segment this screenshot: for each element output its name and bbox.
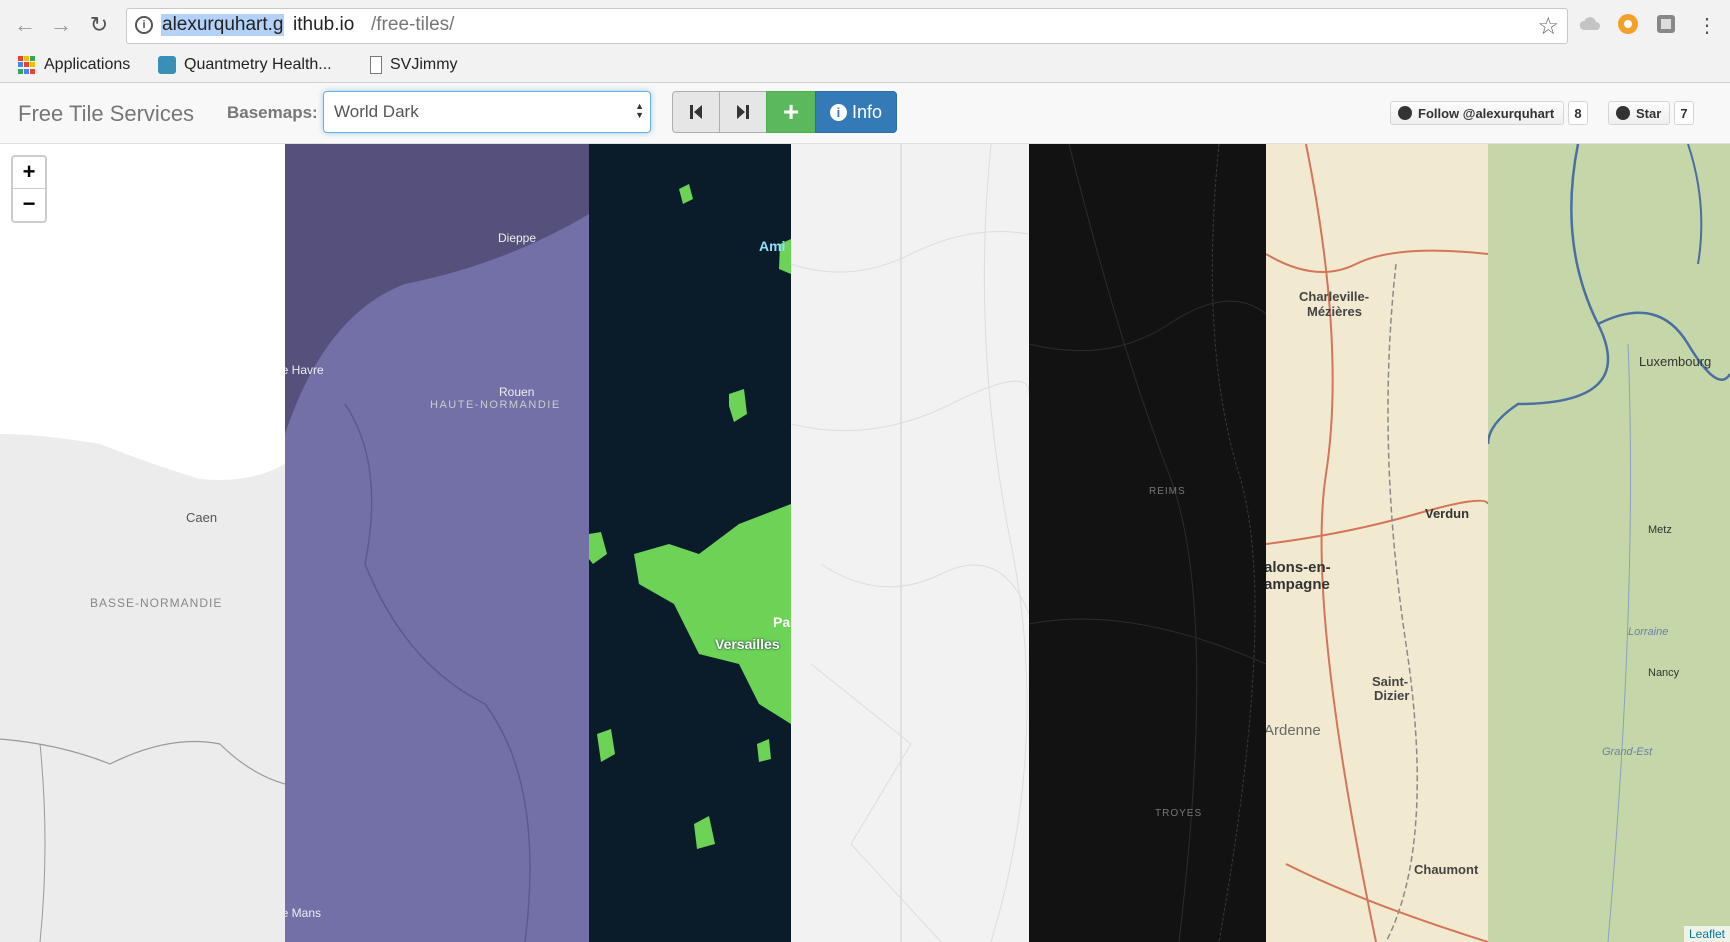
github-icon (1398, 106, 1412, 120)
site-favicon-icon (158, 56, 176, 74)
map-label: Grand-Est (1602, 746, 1653, 758)
skip-forward-icon (737, 105, 749, 119)
plus-icon: + (782, 96, 800, 127)
map-label: Nancy (1648, 667, 1680, 679)
info-button[interactable]: i Info (815, 91, 897, 133)
apps-grid-icon (18, 56, 36, 74)
map-strip-light-gray: Caen BASSE-NORMANDIE (0, 144, 285, 942)
url-path: /free-tiles/ (371, 14, 455, 35)
add-layer-button[interactable]: + (766, 91, 816, 133)
browser-toolbar: ← → ↻ i alexurquhart.g ithub.io /free-ti… (0, 0, 1730, 50)
sea-shape (285, 144, 589, 942)
site-title[interactable]: Free Tile Services (18, 101, 194, 127)
map-label: Versailles (715, 636, 780, 652)
map-strip-black: REIMS TROYES (1029, 144, 1266, 942)
topo-features-shape (1266, 144, 1488, 942)
next-basemap-button[interactable] (719, 91, 767, 133)
map-strip-topo: Charleville- Mézières Verdun alons-en- a… (1266, 144, 1488, 942)
coastline-shape (0, 144, 285, 942)
basemap-selected-value: World Dark (334, 102, 419, 121)
map-label: Mézières (1307, 304, 1362, 319)
relief-features-shape (1488, 144, 1730, 942)
app-navbar: Free Tile Services Basemaps: World Dark … (0, 83, 1730, 144)
back-arrow-icon[interactable]: ← (10, 10, 40, 40)
map-label: Lorraine (1628, 626, 1669, 638)
map-label: Le Havre (285, 363, 324, 377)
bookmark-label: Applications (44, 56, 131, 73)
star-label: Star (1636, 105, 1662, 121)
bookmark-label: Quantmetry Health... (184, 56, 332, 73)
bookmark-label: SVJimmy (390, 56, 458, 73)
map-label: Dizier (1374, 688, 1410, 703)
extension-icon[interactable] (1616, 12, 1640, 36)
leaflet-attribution-link[interactable]: Leaflet (1683, 926, 1730, 942)
map-label: alons-en- (1266, 559, 1331, 576)
more-menu-icon[interactable]: ⋮ (1692, 10, 1722, 40)
map-label: Luxembourg (1639, 354, 1712, 369)
map-label: Saint- (1372, 674, 1409, 689)
map-strip-purple: Dieppe Le Havre Rouen HAUTE-NORMANDIE Le… (285, 144, 589, 942)
bookmark-quantmetry[interactable]: Quantmetry Health... (158, 53, 332, 77)
github-star-button[interactable]: Star (1608, 101, 1670, 125)
cloud-icon[interactable] (1578, 12, 1602, 36)
zoom-in-button[interactable]: + (13, 157, 45, 189)
follow-count[interactable]: 8 (1568, 101, 1588, 125)
map-label: Le Mans (285, 906, 322, 920)
url-host: ithub.io (293, 14, 355, 35)
address-bar[interactable]: i alexurquhart.g ithub.io /free-tiles/ ☆ (126, 8, 1568, 44)
map-label: ampagne (1266, 576, 1330, 593)
map-container[interactable]: Caen BASSE-NORMANDIE Dieppe Le Havre Rou… (0, 144, 1730, 942)
previous-basemap-button[interactable] (672, 91, 720, 133)
map-label: BASSE-NORMANDIE (90, 596, 223, 610)
map-label: Ardenne (1266, 722, 1321, 739)
basemaps-label: Basemaps: (227, 103, 318, 122)
map-label: Rouen (499, 385, 535, 399)
map-label: Charleville- (1299, 289, 1370, 304)
map-label: Pa (773, 614, 791, 630)
map-label: Dieppe (498, 231, 537, 245)
bookmark-applications[interactable]: Applications (18, 53, 130, 77)
map-label: HAUTE-NORMANDIE (430, 399, 561, 411)
page-icon (370, 56, 382, 74)
zoom-control: + − (11, 155, 47, 223)
select-arrows-icon: ▲ ▼ (635, 101, 644, 120)
map-strip-relief: Luxembourg Metz Lorraine Nancy Grand-Est (1488, 144, 1730, 942)
map-strip-white (791, 144, 1029, 942)
skip-back-icon (690, 105, 702, 119)
map-label: Metz (1648, 524, 1672, 536)
urban-areas-shape (589, 184, 791, 849)
map-label: Ami (759, 238, 786, 254)
follow-label: Follow @alexurquhart (1418, 105, 1555, 121)
bookmarks-bar: Applications Quantmetry Health... SVJimm… (0, 50, 1730, 83)
map-strip-navy-green: Ami Versailles Pa (589, 144, 791, 942)
forward-arrow-icon[interactable]: → (46, 10, 76, 40)
map-label: REIMS (1149, 486, 1186, 497)
star-count[interactable]: 7 (1674, 101, 1694, 125)
map-label: Chaumont (1414, 862, 1479, 877)
zoom-out-button[interactable]: − (13, 189, 45, 221)
reload-icon[interactable]: ↻ (84, 10, 114, 40)
dark-roads-shape (1029, 144, 1266, 942)
bookmark-star-icon[interactable]: ☆ (1537, 12, 1559, 41)
info-icon: i (829, 103, 847, 121)
map-label: TROYES (1155, 808, 1203, 819)
window-icon[interactable] (1654, 12, 1678, 36)
bookmark-svjimmy[interactable]: SVJimmy (370, 53, 458, 77)
map-label: Verdun (1425, 506, 1470, 521)
info-button-label: Info (851, 101, 883, 122)
info-icon[interactable]: i (135, 16, 153, 34)
map-label: Caen (186, 510, 218, 525)
github-icon (1616, 106, 1630, 120)
basemap-select[interactable]: World Dark ▲ ▼ (323, 91, 651, 133)
url-host-highlighted: alexurquhart.g (161, 14, 285, 36)
roads-shape (791, 144, 1029, 942)
github-follow-button[interactable]: Follow @alexurquhart (1390, 101, 1564, 125)
